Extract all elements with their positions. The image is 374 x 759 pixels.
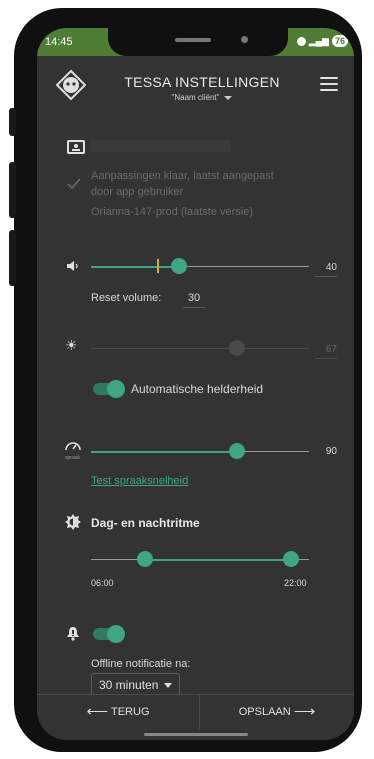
reset-volume-marker — [157, 259, 159, 273]
test-speech-link[interactable]: Test spraaksnelheid — [91, 475, 188, 487]
side-button — [9, 162, 16, 218]
daynight-title: Dag- en nachtritme — [91, 516, 200, 530]
screen-device-icon — [67, 140, 85, 154]
brightness-value[interactable]: 67 — [315, 344, 337, 359]
camera-icon — [241, 36, 248, 43]
offline-notification-label: Offline notificatie na: — [91, 658, 191, 670]
sun-icon: ☀ — [65, 337, 78, 353]
volume-slider-fill — [91, 265, 179, 268]
back-button[interactable]: ⟵ TERUG — [37, 695, 199, 729]
volume-icon — [67, 261, 78, 271]
app-header: TESSA INSTELLINGEN "Naam cliënt" — [37, 56, 354, 132]
offline-notification-value: 30 minuten — [99, 678, 159, 692]
arrow-right-icon: ⟶ — [293, 703, 316, 720]
save-label: OPSLAAN — [238, 706, 291, 718]
daynight-start-handle[interactable] — [137, 551, 153, 567]
auto-brightness-toggle[interactable] — [93, 380, 125, 398]
speech-slider-fill — [91, 450, 237, 453]
client-name: "Naam cliënt" — [171, 93, 220, 102]
notification-dot-icon — [296, 36, 306, 46]
daynight-end-time: 22:00 — [284, 578, 307, 588]
arrow-left-icon: ⟵ — [86, 703, 108, 720]
reset-volume-input[interactable]: 30 — [183, 292, 205, 308]
speech-slider-handle[interactable] — [229, 443, 245, 459]
toggle-knob — [107, 625, 125, 643]
bell-alert-icon — [67, 627, 79, 641]
device-name-placeholder — [91, 140, 231, 152]
daynight-slider-fill — [145, 558, 291, 561]
notification-toggle[interactable] — [93, 625, 125, 643]
tessa-logo-icon — [56, 70, 86, 100]
page-title: TESSA INSTELLINGEN — [124, 74, 280, 90]
daynight-end-handle[interactable] — [283, 551, 299, 567]
speech-icon-caption: spraak — [65, 455, 81, 461]
status-time: 14:45 — [45, 36, 73, 48]
speech-value: 90 — [325, 446, 337, 457]
reset-volume-label: Reset volume: — [91, 292, 162, 304]
side-button — [9, 108, 16, 136]
battery-icon: 76 — [331, 35, 348, 47]
hamburger-menu-icon[interactable] — [320, 77, 338, 91]
chevron-down-icon — [224, 95, 233, 100]
daynight-start-time: 06:00 — [91, 578, 114, 588]
auto-brightness-label: Automatische helderheid — [131, 382, 264, 396]
brightness-slider-handle[interactable] — [229, 340, 245, 356]
client-selector[interactable]: "Naam cliënt" — [107, 93, 297, 102]
status-line: Aanpassingen klaar, laatst aangepast — [91, 170, 274, 182]
back-label: TERUG — [111, 706, 150, 718]
side-button — [9, 230, 16, 286]
home-indicator[interactable] — [144, 733, 248, 736]
day-night-icon — [65, 514, 81, 530]
status-line: door app gebruiker — [91, 186, 184, 198]
signal-icon: ▂▄▆ — [308, 35, 329, 46]
app-screen: 14:45 ▂▄▆ 76 TESSA INSTELLINGEN "Naam cl… — [37, 28, 354, 740]
volume-slider-handle[interactable] — [171, 258, 187, 274]
footer-bar: ⟵ TERUG OPSLAAN ⟶ — [37, 694, 354, 740]
version-line: Orianna-147-prod (laatste versie) — [91, 206, 254, 218]
brightness-slider-track — [91, 348, 309, 349]
checkmark-icon — [67, 178, 81, 189]
chevron-down-icon — [164, 683, 173, 689]
toggle-knob — [107, 380, 125, 398]
speech-speed-icon — [65, 442, 81, 451]
save-button[interactable]: OPSLAAN ⟶ — [200, 695, 354, 729]
camera-notch — [108, 28, 288, 56]
speaker-grille — [175, 38, 211, 42]
volume-value[interactable]: 40 — [315, 262, 337, 277]
